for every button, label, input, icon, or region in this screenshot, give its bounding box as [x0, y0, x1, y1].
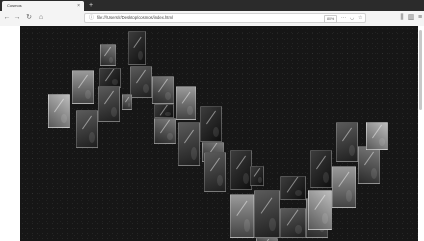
gallery-photo[interactable] — [98, 86, 120, 122]
gallery-photo[interactable] — [204, 152, 226, 192]
address-bar[interactable]: ⓘ file:///Users/r/Desktop/cosmos/index.h… — [84, 13, 366, 23]
gallery-photo[interactable] — [72, 70, 94, 104]
back-arrow-icon[interactable]: ← — [3, 11, 11, 25]
navigation-toolbar: ← → ↻ ⌂ ⓘ file:///Users/r/Desktop/cosmos… — [0, 11, 424, 27]
sidebar-icon[interactable]: ▥ — [407, 11, 415, 25]
gallery-photo[interactable] — [100, 44, 116, 66]
gallery-photo[interactable] — [230, 150, 252, 190]
gallery-photo[interactable] — [254, 190, 280, 238]
gallery-photo[interactable] — [130, 66, 152, 98]
forward-arrow-icon[interactable]: → — [13, 11, 21, 25]
gallery-photo[interactable] — [250, 166, 264, 186]
gallery-photo[interactable] — [48, 94, 70, 128]
tab-close-icon[interactable]: × — [77, 1, 80, 11]
zoom-level-badge[interactable]: 80% — [324, 15, 338, 23]
url-text[interactable]: file:///Users/r/Desktop/cosmos/index.htm… — [97, 14, 173, 22]
info-icon[interactable]: ⓘ — [89, 14, 94, 22]
gallery-photo[interactable] — [176, 86, 196, 120]
gallery-photo[interactable] — [230, 194, 254, 238]
gallery-photo[interactable] — [200, 106, 222, 142]
menu-icon[interactable]: ≡ — [416, 11, 424, 25]
gallery-photo[interactable] — [280, 176, 306, 200]
gallery-photo[interactable] — [308, 190, 332, 230]
gallery-photo[interactable] — [310, 150, 332, 188]
gallery-photo[interactable] — [366, 122, 388, 150]
pocket-icon[interactable]: ◡ — [350, 14, 354, 22]
library-icon[interactable]: ⫼ — [398, 11, 406, 25]
gallery-photo[interactable] — [99, 68, 121, 88]
gallery-photo[interactable] — [128, 31, 146, 65]
cosmos-gallery-canvas[interactable] — [20, 26, 418, 241]
scrollbar-thumb[interactable] — [419, 30, 422, 110]
new-tab-button[interactable]: + — [89, 0, 93, 11]
gallery-photo[interactable] — [152, 76, 174, 104]
tab-strip: Cosmos × + — [0, 0, 424, 11]
reload-icon[interactable]: ↻ — [25, 11, 33, 25]
tab-title: Cosmos — [7, 3, 22, 8]
gallery-photo[interactable] — [332, 166, 356, 208]
gallery-photo[interactable] — [358, 146, 380, 184]
gallery-photo[interactable] — [76, 110, 98, 148]
gallery-photo[interactable] — [178, 122, 200, 166]
gallery-photo[interactable] — [154, 104, 174, 118]
star-icon[interactable]: ☆ — [358, 14, 362, 22]
home-icon[interactable]: ⌂ — [37, 11, 45, 25]
gallery-photo[interactable] — [280, 208, 306, 238]
more-icon[interactable]: ··· — [341, 14, 346, 22]
gallery-photo[interactable] — [336, 122, 358, 162]
page-left-margin — [0, 26, 20, 241]
browser-tab[interactable]: Cosmos × — [2, 1, 84, 11]
gallery-photo[interactable] — [122, 94, 132, 110]
gallery-photo[interactable] — [154, 118, 176, 144]
